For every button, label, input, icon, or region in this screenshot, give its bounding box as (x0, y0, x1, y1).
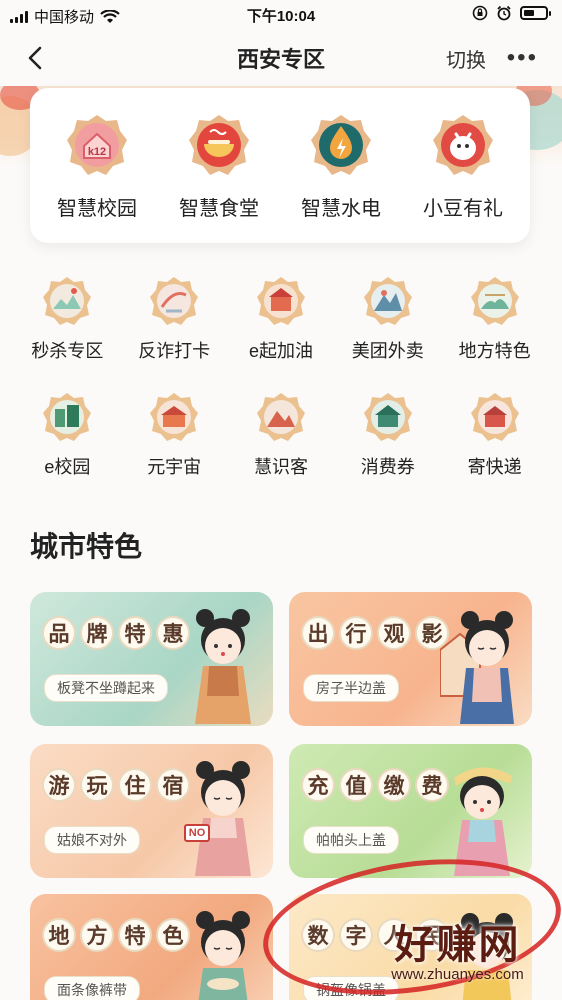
section-title: 城市特色 (30, 531, 143, 562)
card-title-char: 充 (301, 768, 335, 802)
card-title-char: 游 (42, 768, 76, 802)
card-title: 品牌特惠 (42, 616, 190, 650)
grid-item-express[interactable]: 寄快递 (441, 391, 548, 479)
more-menu-button[interactable]: ••• (507, 44, 538, 72)
card-title-char: 地 (42, 918, 76, 952)
grid-label: 寄快递 (467, 457, 522, 477)
grid-label: e校园 (44, 457, 91, 477)
card-subtitle: 板凳不坐蹲起来 (44, 674, 168, 702)
local-special-icon (470, 277, 519, 325)
card-title-char: 牌 (80, 616, 114, 650)
status-bar: 中国移动 下午10:04 (0, 0, 562, 30)
switch-city-button[interactable]: 切换 (446, 44, 486, 73)
card-title-char: 特 (118, 616, 152, 650)
character-illustration-icon (195, 761, 251, 876)
takeout-icon (363, 277, 412, 325)
character-illustration-icon (196, 911, 250, 1000)
service-smart-campus[interactable]: k12 智慧校园 (37, 88, 157, 243)
nav-bar: 西安专区 切换 ••• (0, 30, 562, 86)
card-title-char: 品 (42, 616, 76, 650)
no-sign: NO (184, 824, 210, 842)
flash-sale-icon (43, 277, 92, 325)
coupon-icon (363, 393, 412, 441)
service-label: 小豆有礼 (423, 198, 503, 220)
svg-text:k12: k12 (88, 146, 106, 158)
card-title: 出行观影 (301, 616, 449, 650)
feature-card-travel-movie[interactable]: 出行观影 房子半边盖 (289, 592, 532, 726)
water-electric-icon (311, 115, 371, 175)
grid-item-metaverse[interactable]: 元宇宙 (121, 391, 228, 479)
watermark-url: www.zhuanyes.com (391, 966, 524, 983)
grid-item-fuel[interactable]: e起加油 (228, 275, 335, 363)
grid-label: 元宇宙 (147, 457, 202, 477)
battery-icon (520, 6, 551, 20)
k12-school-icon: k12 (67, 115, 127, 175)
grid-label: e起加油 (248, 341, 313, 361)
canteen-bowl-icon (189, 115, 249, 175)
service-xiaodou-gift[interactable]: 小豆有礼 (403, 88, 523, 243)
service-smart-utilities[interactable]: 智慧水电 (281, 88, 401, 243)
grid-label: 美团外卖 (351, 341, 424, 361)
grid-label: 反诈打卡 (138, 341, 211, 361)
grid-label: 慧识客 (253, 457, 308, 477)
feature-card-brand-deals[interactable]: 品牌特惠 板凳不坐蹲起来 (30, 592, 273, 726)
grid-item-flash-sale[interactable]: 秒杀专区 (14, 275, 121, 363)
grid-item-anti-fraud[interactable]: 反诈打卡 (121, 275, 228, 363)
card-title: 游玩住宿 (42, 768, 190, 802)
metaverse-icon (150, 393, 199, 441)
alarm-icon (497, 5, 511, 21)
smart-guest-icon (256, 393, 305, 441)
services-grid: 秒杀专区 反诈打卡 e起加油 美团外卖 地方特色 e校园 元宇宙 慧识客 消费券… (14, 275, 548, 479)
top-services-card: k12 智慧校园 智慧食堂 智慧水电 小豆有礼 (30, 88, 530, 243)
card-title-char: 住 (118, 768, 152, 802)
grid-item-e-campus[interactable]: e校园 (14, 391, 121, 479)
grid-item-coupon[interactable]: 消费券 (334, 391, 441, 479)
feature-card-recharge[interactable]: 充值缴费 帕帕头上盖 (289, 744, 532, 878)
watermark: 好赚网 www.zhuanyes.com (360, 912, 555, 983)
card-title-char: 观 (377, 616, 411, 650)
campus-icon (43, 393, 92, 441)
express-icon (470, 393, 519, 441)
card-title-char: 方 (80, 918, 114, 952)
character-illustration-icon (195, 609, 251, 724)
card-title: 地方特色 (42, 918, 190, 952)
mascot-gift-icon (433, 115, 493, 175)
service-smart-canteen[interactable]: 智慧食堂 (159, 88, 279, 243)
card-title-char: 特 (118, 918, 152, 952)
fuel-icon (256, 277, 305, 325)
service-label: 智慧食堂 (179, 198, 259, 220)
card-title-char: 行 (339, 616, 373, 650)
card-title-char: 值 (339, 768, 373, 802)
anti-fraud-icon (150, 277, 199, 325)
grid-label: 消费券 (360, 457, 415, 477)
card-subtitle: 面条像裤带 (44, 976, 140, 1000)
watermark-text: 好赚网 (394, 923, 521, 967)
card-title-char: 玩 (80, 768, 114, 802)
card-title-char: 缴 (377, 768, 411, 802)
back-arrow-icon[interactable] (22, 44, 50, 72)
card-title-char: 出 (301, 616, 335, 650)
feature-card-local-special[interactable]: 地方特色 面条像裤带 (30, 894, 273, 1000)
card-title: 充值缴费 (301, 768, 449, 802)
card-subtitle: 帕帕头上盖 (303, 826, 399, 854)
grid-item-local-special[interactable]: 地方特色 (441, 275, 548, 363)
card-subtitle: 房子半边盖 (303, 674, 399, 702)
card-subtitle: 姑娘不对外 (44, 826, 140, 854)
grid-label: 地方特色 (458, 341, 531, 361)
feature-card-travel-stay[interactable]: 游玩住宿 姑娘不对外 NO (30, 744, 273, 878)
grid-item-takeout[interactable]: 美团外卖 (334, 275, 441, 363)
grid-label: 秒杀专区 (31, 341, 104, 361)
character-illustration-icon (440, 611, 514, 724)
grid-item-smart-guest[interactable]: 慧识客 (228, 391, 335, 479)
service-label: 智慧水电 (301, 198, 381, 220)
service-label: 智慧校园 (57, 198, 137, 220)
status-right (472, 5, 551, 21)
rotation-lock-icon (472, 5, 488, 21)
